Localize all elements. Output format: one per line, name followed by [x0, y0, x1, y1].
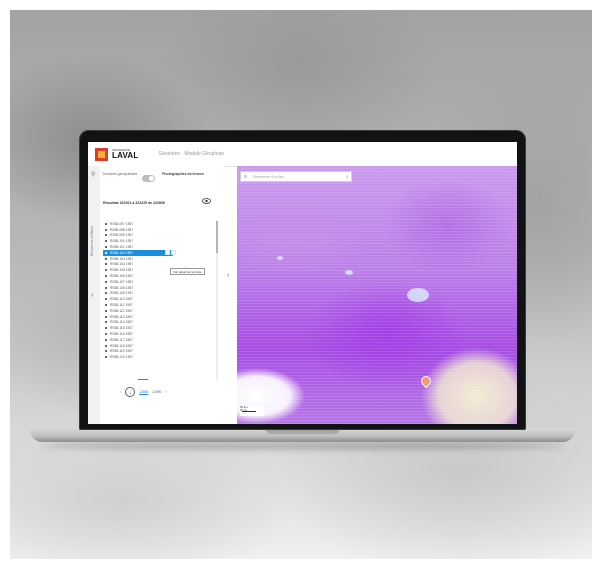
results-panel: Données géospatiales Photographies aérie…	[100, 166, 225, 424]
pagination: ‹ 1 12889 12890 ›	[120, 387, 167, 397]
menu-icon[interactable]: ☰	[241, 174, 250, 179]
map-lake	[345, 270, 353, 275]
map-view[interactable]: ☰ Recherche d'un lieu ⚲ 50 km 20 mi	[237, 166, 517, 424]
brand-big-text: LAVAL	[112, 150, 139, 160]
list-item-label: RS55-101 1957	[110, 245, 134, 250]
map-lake	[277, 256, 283, 260]
map-scale: 50 km 20 mi	[240, 405, 264, 416]
view-icon[interactable]	[165, 250, 170, 256]
list-bullet-icon	[105, 228, 107, 231]
list-bullet-icon	[105, 344, 107, 347]
list-item-label: RS55-116 1957	[110, 332, 133, 337]
app-header: UNIVERSITÉ LAVAL Géoindex · Module Géoph…	[88, 142, 517, 167]
toggle-left-label[interactable]: Données géospatiales	[100, 172, 140, 177]
list-item-label: RS55-098 1957	[110, 227, 134, 232]
scale-bar	[242, 411, 256, 412]
list-bullet-icon	[105, 327, 107, 330]
app-title: Géoindex · Module Géophoto	[158, 151, 225, 157]
pager-pages[interactable]: 12889	[139, 390, 148, 394]
photo-list: RS55-097 1957 RS55-098 1957 RS55-099 1957 R…	[103, 221, 213, 360]
list-item-label: RS55-113 1957	[110, 314, 133, 319]
map-hatch-overlay	[237, 166, 517, 424]
list-bullet-icon	[105, 309, 107, 312]
laptop-shadow	[40, 442, 565, 450]
list-bullet-icon	[105, 275, 107, 278]
list-bullet-icon	[105, 286, 107, 289]
map-search-input[interactable]: Recherche d'un lieu	[250, 175, 343, 179]
list-item-label: RS55-102 1957	[110, 250, 134, 255]
download-icon[interactable]	[171, 250, 176, 256]
chevron-right-icon[interactable]: ›	[91, 292, 93, 299]
list-item-label: RS55-109 1957	[110, 291, 134, 296]
pager-next-icon[interactable]: ›	[165, 390, 166, 394]
list-item-label: RS55-106 1957	[110, 274, 134, 279]
pager-prev-icon[interactable]: ‹	[120, 390, 121, 394]
brand[interactable]: UNIVERSITÉ LAVAL	[112, 148, 139, 160]
list-bullet-icon	[105, 304, 107, 307]
list-item-label: RS55-097 1957	[110, 221, 134, 226]
list-item-label: RS55-107 1957	[110, 279, 134, 284]
map-lake	[407, 288, 429, 302]
list-item-label: RS55-114 1957	[110, 320, 133, 325]
list-item-label: RS55-111 1957	[110, 303, 133, 308]
search-icon[interactable]: ⚲	[91, 171, 95, 178]
results-count: Résultats 322201 à 322225 de 322808	[103, 201, 165, 205]
list-bullet-icon	[105, 280, 107, 283]
tooltip: Voir détail de la photo	[170, 268, 205, 275]
list-item-label: RS55-115 1957	[110, 326, 133, 331]
list-bullet-icon	[105, 321, 107, 324]
toggle-right-label[interactable]: Photographies aériennes	[158, 172, 208, 177]
list-bullet-icon	[105, 315, 107, 318]
list-bullet-icon	[105, 257, 107, 260]
rail-vertical-label[interactable]: Recherche et filtres	[90, 226, 94, 256]
list-item-label: RS55-103 1957	[110, 256, 134, 261]
university-logo-icon[interactable]	[95, 147, 108, 161]
list-bullet-icon	[105, 240, 107, 243]
list-bullet-icon	[105, 298, 107, 301]
list-item-label: RS55-104 1957	[110, 262, 134, 267]
list-item-label: RS55-105 1957	[110, 268, 134, 273]
list-item-label: RS55-119 1957	[110, 349, 133, 354]
toggle-switch[interactable]	[142, 175, 155, 182]
list-item[interactable]: RS55-120 1957	[103, 354, 213, 360]
pager-range[interactable]: 12890	[152, 390, 161, 394]
collapse-panel-chevron-icon[interactable]: ‹	[227, 272, 229, 279]
scrollbar-thumb[interactable]	[216, 221, 218, 253]
list-bullet-icon	[105, 234, 107, 237]
toggle-knob	[149, 176, 154, 181]
list-bullet-icon	[105, 333, 107, 336]
list-bullet-icon	[105, 338, 107, 341]
pager-current[interactable]: 1	[125, 387, 136, 397]
list-bullet-icon	[105, 246, 107, 249]
list-bullet-icon	[105, 251, 107, 254]
list-bullet-icon	[105, 222, 107, 225]
list-bullet-icon	[105, 269, 107, 272]
list-bullet-icon	[105, 292, 107, 295]
map-search-bar: ☰ Recherche d'un lieu ⚲	[240, 171, 352, 182]
dataset-toggle: Données géospatiales Photographies aérie…	[100, 172, 225, 185]
pager-indicator	[138, 379, 148, 380]
list-bullet-icon	[105, 263, 107, 266]
laptop-lid: UNIVERSITÉ LAVAL Géoindex · Module Géoph…	[79, 130, 526, 430]
list-item-label: RS55-118 1957	[110, 343, 133, 348]
map-search-icon[interactable]: ⚲	[343, 175, 351, 179]
list-item-label: RS55-110 1957	[110, 297, 133, 302]
list-item-label: RS55-112 1957	[110, 308, 133, 313]
list-item-label: RS55-117 1957	[110, 337, 133, 342]
list-item-label: RS55-100 1957	[110, 239, 134, 244]
eye-icon[interactable]	[202, 198, 211, 204]
laptop-screen: UNIVERSITÉ LAVAL Géoindex · Module Géoph…	[88, 142, 517, 424]
list-item-label: RS55-120 1957	[110, 355, 134, 360]
list-bullet-icon	[105, 356, 107, 359]
list-item-label: RS55-099 1957	[110, 233, 134, 238]
list-bullet-icon	[105, 350, 107, 353]
list-item-label: RS55-108 1957	[110, 285, 134, 290]
